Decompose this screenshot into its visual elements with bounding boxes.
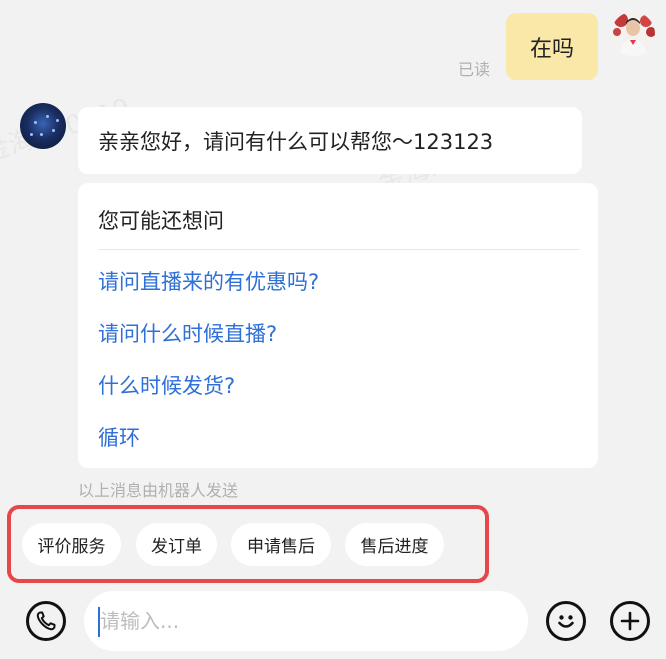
bot-sent-note: 以上消息由机器人发送: [78, 481, 239, 500]
bot-greeting-text: 亲亲您好，请问有什么可以帮您～123123: [98, 129, 494, 154]
quick-action-after-sales[interactable]: 申请售后: [231, 523, 331, 566]
user-avatar[interactable]: [611, 12, 655, 56]
suggested-question[interactable]: 什么时候发货?: [98, 360, 580, 412]
suggested-question[interactable]: 请问什么时候直播?: [98, 308, 580, 360]
emoji-icon[interactable]: [546, 601, 586, 641]
suggested-question[interactable]: 请问直播来的有优惠吗?: [98, 256, 580, 308]
suggested-questions-list: 请问直播来的有优惠吗? 请问什么时候直播? 什么时候发货? 循环: [98, 256, 580, 464]
phone-icon[interactable]: [26, 601, 66, 641]
text-caret: [98, 607, 100, 637]
outgoing-message[interactable]: 在吗: [506, 13, 598, 80]
suggested-questions-title: 您可能还想问: [98, 209, 224, 233]
quick-action-send-order[interactable]: 发订单: [136, 523, 217, 566]
read-status: 已读: [458, 60, 491, 79]
add-icon[interactable]: [610, 601, 650, 641]
suggested-question[interactable]: 循环: [98, 412, 580, 464]
bot-avatar[interactable]: [20, 103, 66, 149]
bot-greeting-message[interactable]: 亲亲您好，请问有什么可以帮您～123123: [78, 107, 582, 174]
divider: [98, 249, 580, 250]
quick-action-after-sales-progress[interactable]: 售后进度: [345, 523, 444, 566]
outgoing-message-text: 在吗: [529, 36, 574, 62]
message-input[interactable]: [84, 591, 528, 651]
chat-screen: 金海萍 0719 金海萍 0719 金海萍 0719 已读 在吗 亲亲您好，请问…: [0, 0, 666, 659]
user-avatar-image: [611, 12, 655, 56]
quick-action-rate-service[interactable]: 评价服务: [22, 523, 121, 566]
suggested-questions-card: 您可能还想问 请问直播来的有优惠吗? 请问什么时候直播? 什么时候发货? 循环: [78, 183, 598, 468]
